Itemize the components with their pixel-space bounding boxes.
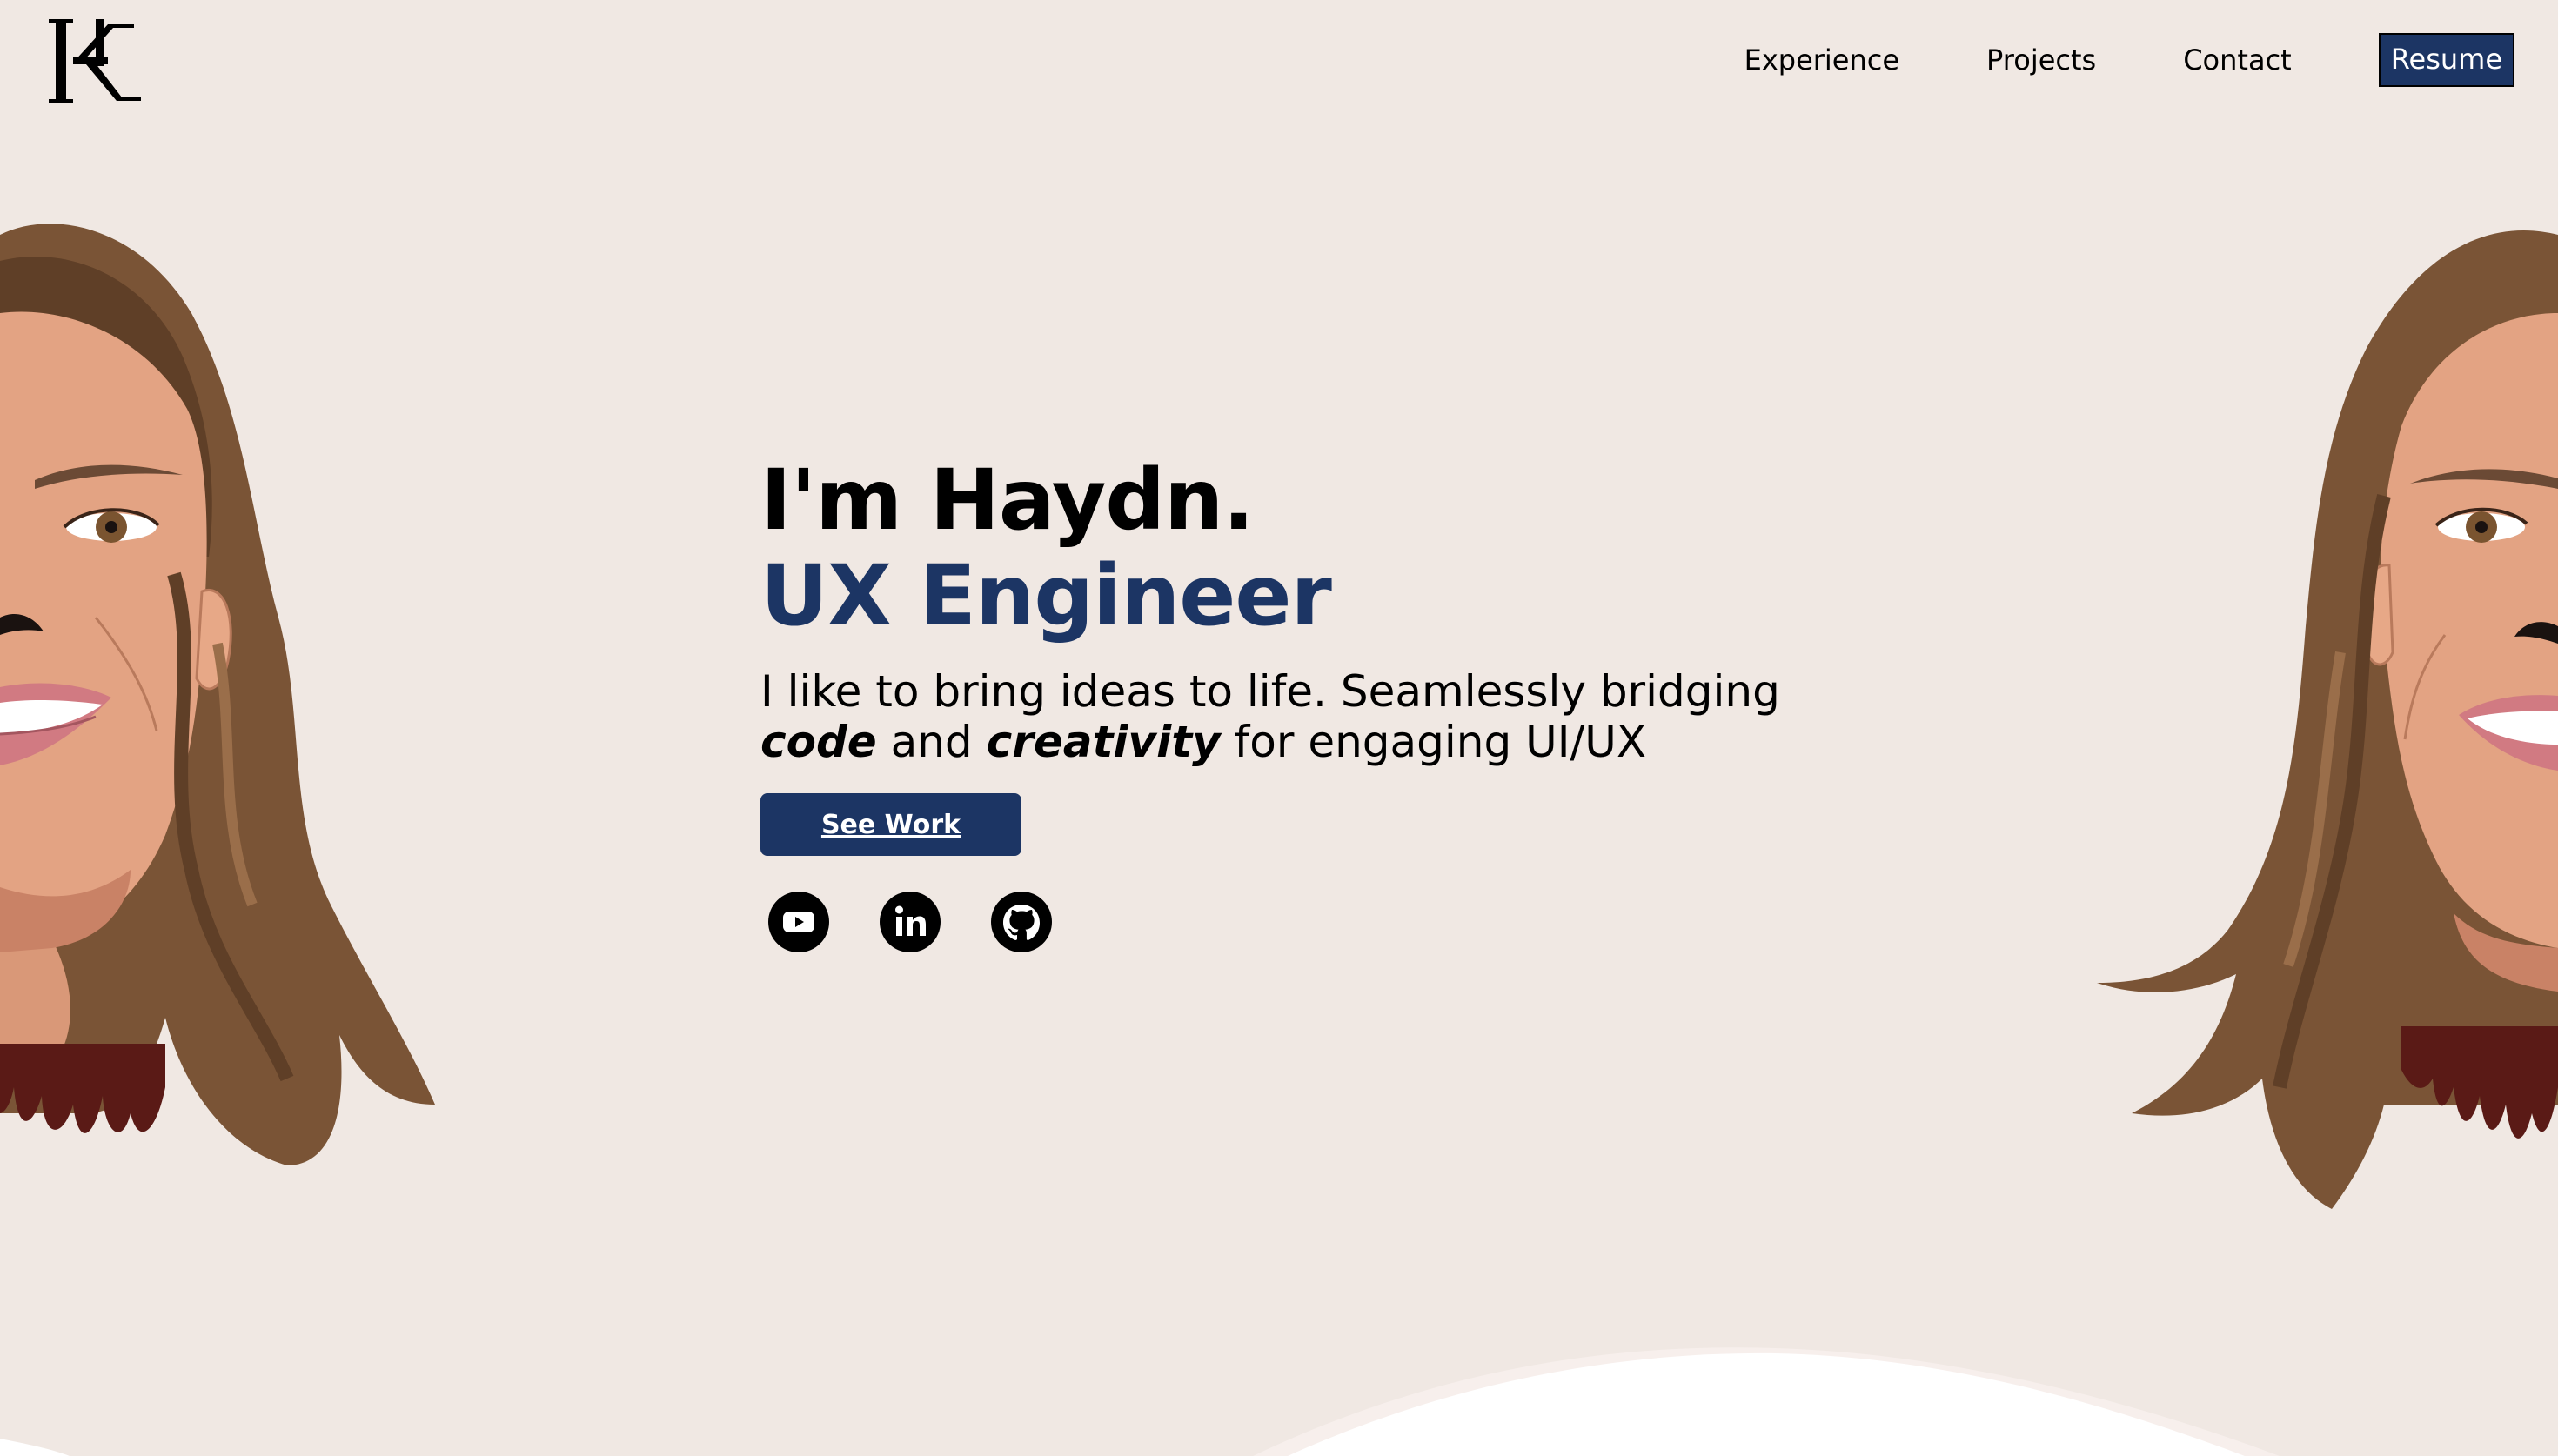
page: Experience Projects Contact Resume I'm H… (0, 0, 2558, 1456)
hero-tagline: I like to bring ideas to life. Seamlessl… (760, 666, 1892, 767)
linkedin-icon[interactable] (879, 891, 941, 953)
main-nav: Experience Projects Contact Resume (1657, 33, 2514, 87)
nav-contact[interactable]: Contact (2183, 46, 2292, 74)
hero-section: I'm Haydn. UX Engineer I like to bring i… (760, 452, 1892, 953)
tagline-and: and (876, 717, 987, 767)
resume-button[interactable]: Resume (2378, 33, 2514, 87)
github-icon[interactable] (990, 891, 1053, 953)
tagline-code: code (760, 717, 877, 767)
nav-projects[interactable]: Projects (1986, 46, 2096, 74)
tagline-start: I like to bring ideas to life. Seamlessl… (760, 666, 1780, 717)
nav-experience[interactable]: Experience (1744, 46, 1899, 74)
portrait-illustration-right (2097, 230, 2558, 1209)
kh-monogram-logo[interactable] (47, 17, 143, 104)
social-links (760, 891, 1892, 953)
youtube-icon[interactable] (767, 891, 830, 953)
tagline-creativity: creativity (986, 717, 1221, 767)
bottom-wave-decoration (0, 1347, 2280, 1456)
hero-greeting: I'm Haydn. (760, 451, 1255, 549)
tagline-end: for engaging UI/UX (1220, 717, 1647, 767)
hero-role: UX Engineer (760, 547, 1332, 645)
see-work-button[interactable]: See Work (760, 793, 1021, 856)
portrait-illustration-left (0, 224, 435, 1165)
